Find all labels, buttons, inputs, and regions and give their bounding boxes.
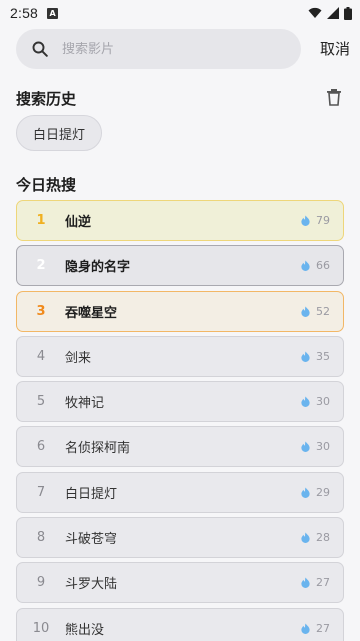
- flame-icon: [301, 487, 310, 498]
- hot-item[interactable]: 8 斗破苍穹 28: [16, 517, 344, 559]
- hot-item[interactable]: 9 斗罗大陆 27: [16, 562, 344, 604]
- rank-number: 4: [36, 348, 46, 364]
- hot-search-list: 1 仙逆 79 2 隐身的名字 66 3 吞噬星空 52 4 剑来 35 5 牧…: [16, 200, 344, 641]
- rank-number: 1: [36, 213, 46, 228]
- item-title: 斗破苍穹: [65, 532, 118, 548]
- flame-icon: [301, 623, 310, 634]
- search-box[interactable]: [16, 29, 301, 69]
- heat-score: 30: [300, 395, 330, 408]
- heat-value: 29: [316, 485, 330, 499]
- heat-score: 29: [300, 486, 330, 499]
- status-time: 2:58: [10, 5, 39, 21]
- heat-value: 52: [316, 304, 330, 318]
- history-title: 搜索历史: [16, 90, 77, 108]
- hot-item[interactable]: 5 牧神记 30: [16, 381, 344, 423]
- flame-icon: [301, 577, 310, 589]
- rank-number: 7: [36, 484, 46, 500]
- heat-value: 35: [316, 349, 330, 363]
- notification-icon: A: [47, 7, 59, 19]
- hot-item[interactable]: 4 剑来 35: [16, 335, 344, 377]
- heat-value: 30: [316, 395, 330, 409]
- heat-value: 79: [316, 214, 330, 227]
- history-chip[interactable]: 白日提灯: [16, 115, 103, 151]
- rank-number: 2: [36, 258, 46, 274]
- search-input[interactable]: [62, 41, 262, 57]
- flame-icon: [301, 260, 310, 272]
- hot-item[interactable]: 2 隐身的名字 66: [16, 245, 344, 287]
- heat-value: 28: [316, 531, 330, 545]
- item-title: 吞噬星空: [65, 305, 118, 321]
- heat-score: 79: [300, 214, 330, 227]
- battery-icon: [344, 6, 352, 20]
- hot-item[interactable]: 1 仙逆 79: [16, 200, 344, 241]
- hot-item[interactable]: 7 白日提灯 29: [16, 471, 344, 513]
- rank-number: 10: [32, 620, 50, 636]
- flame-icon: [301, 396, 310, 408]
- heat-score: 27: [300, 576, 330, 589]
- heat-score: 30: [300, 440, 330, 453]
- heat-score: 27: [300, 622, 330, 635]
- hot-item[interactable]: 6 名侦探柯南 30: [16, 426, 344, 468]
- heat-score: 52: [300, 305, 330, 318]
- heat-score: 28: [300, 531, 330, 544]
- item-title: 牧神记: [65, 396, 105, 412]
- hot-item[interactable]: 10 熊出没 27: [16, 607, 344, 641]
- heat-value: 30: [316, 440, 330, 454]
- rank-number: 9: [36, 575, 46, 591]
- heat-score: 35: [300, 350, 330, 363]
- status-bar: 2:58 A: [0, 0, 360, 26]
- flame-icon: [301, 306, 310, 317]
- rank-number: 5: [36, 394, 46, 410]
- flame-icon: [301, 532, 310, 544]
- item-title: 剑来: [65, 350, 92, 366]
- item-title: 隐身的名字: [65, 260, 131, 276]
- search-bar: 取消: [16, 29, 350, 69]
- flame-icon: [301, 351, 310, 362]
- heat-value: 66: [316, 259, 330, 273]
- hot-item[interactable]: 3 吞噬星空 52: [16, 290, 344, 332]
- rank-number: 6: [36, 439, 46, 455]
- cancel-button[interactable]: 取消: [312, 38, 350, 59]
- heat-value: 27: [316, 576, 330, 590]
- flame-icon: [301, 215, 310, 226]
- item-title: 熊出没: [65, 622, 105, 638]
- item-title: 斗罗大陆: [65, 577, 118, 593]
- search-icon: [32, 41, 48, 57]
- item-title: 名侦探柯南: [65, 441, 131, 457]
- heat-score: 66: [300, 259, 330, 272]
- status-icons: [308, 6, 352, 20]
- rank-number: 3: [36, 303, 46, 319]
- hot-search-title: 今日热搜: [16, 176, 77, 194]
- rank-number: 8: [36, 530, 46, 546]
- wifi-icon: [308, 7, 322, 18]
- signal-icon: [327, 7, 339, 19]
- flame-icon: [301, 441, 310, 453]
- heat-value: 27: [316, 621, 330, 635]
- item-title: 仙逆: [65, 215, 92, 230]
- item-title: 白日提灯: [65, 486, 118, 502]
- trash-icon[interactable]: [325, 88, 343, 106]
